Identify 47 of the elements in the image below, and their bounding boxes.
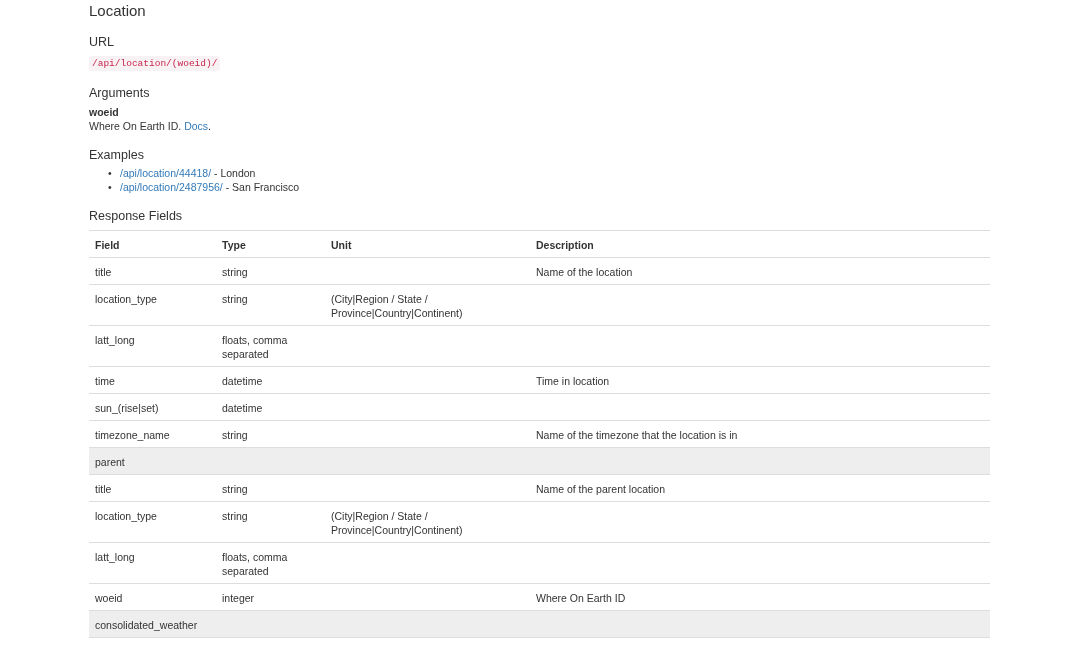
- argument-description: Where On Earth ID. Docs.: [89, 119, 212, 133]
- bullet: •: [108, 166, 113, 180]
- table-cell: string: [222, 293, 248, 305]
- table-cell: string: [222, 266, 248, 278]
- table-cell: floats, comma separated: [222, 551, 288, 577]
- page-title: Location: [89, 2, 147, 20]
- table-cell: title: [95, 483, 112, 495]
- url-path: /api/location/(woeid)/: [89, 56, 221, 71]
- table-cell: string: [222, 429, 248, 441]
- table-cell: Where On Earth ID: [536, 592, 626, 604]
- table-cell: woeid: [95, 592, 123, 604]
- table-cell: string: [222, 483, 248, 495]
- table-cell: (City|Region / State / Province|Country|Continent): [331, 293, 463, 319]
- table-cell: time: [95, 375, 115, 387]
- table-cell: datetime: [222, 375, 263, 387]
- table-cell: parent: [95, 456, 125, 468]
- table-cell: string: [222, 510, 248, 522]
- table-cell: Name of the location: [536, 266, 633, 278]
- section-heading: Response Fields: [89, 208, 184, 224]
- table-cell: (City|Region / State / Province|Country|Continent): [331, 510, 463, 536]
- table-cell: floats, comma separated: [222, 334, 288, 360]
- table-cell: title: [95, 266, 112, 278]
- column-header: Description: [530, 230, 990, 258]
- table-cell: latt_long: [95, 551, 135, 563]
- table-cell: datetime: [222, 402, 263, 414]
- section-heading: Examples: [89, 147, 145, 163]
- section-heading: URL: [89, 34, 115, 50]
- example-link[interactable]: /api/location/2487956/: [120, 181, 223, 193]
- section-heading: Arguments: [89, 85, 151, 101]
- table-cell: location_type: [95, 293, 157, 305]
- table-cell: Time in location: [536, 375, 610, 387]
- table-cell: timezone_name: [95, 429, 170, 441]
- argument-name: woeid: [89, 105, 120, 119]
- example-link[interactable]: /api/location/44418/: [120, 167, 212, 179]
- table-cell: Name of the timezone that the location is in: [536, 429, 738, 441]
- table-cell: sun_(rise|set): [95, 402, 159, 414]
- column-header: Field: [89, 230, 216, 258]
- table-cell: location_type: [95, 510, 157, 522]
- example-item: /api/location/44418/ - London: [120, 166, 256, 180]
- table-cell: integer: [222, 592, 255, 604]
- table-cell: consolidated_weather: [95, 619, 198, 631]
- column-header: Type: [216, 230, 325, 258]
- example-item: /api/location/2487956/ - San Francisco: [120, 180, 300, 194]
- bullet: •: [108, 180, 113, 194]
- table-cell: latt_long: [95, 334, 135, 346]
- table-cell: Name of the parent location: [536, 483, 665, 495]
- column-header: Unit: [325, 230, 530, 258]
